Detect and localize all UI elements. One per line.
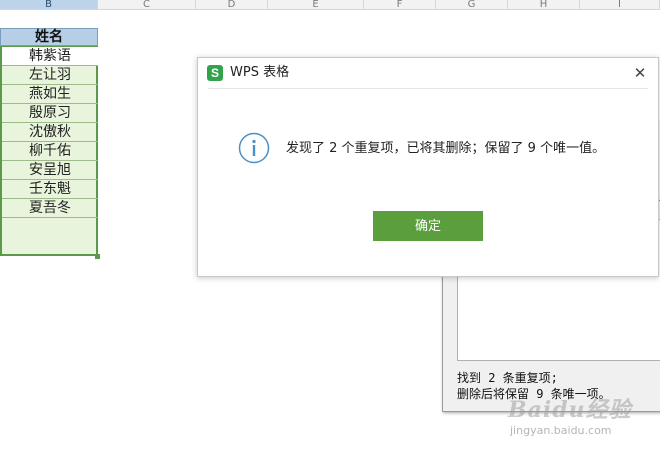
- cell-name-4[interactable]: 殷原习: [2, 104, 98, 123]
- column-header-i[interactable]: I: [580, 0, 660, 9]
- cell-name-8[interactable]: 壬东魁: [2, 180, 98, 199]
- cell-name-6[interactable]: 柳千佑: [2, 142, 98, 161]
- spreadsheet-window: B C D E F G H I 姓名 韩紫语 左让羽 燕如生 殷原习 沈傲秋 柳…: [0, 0, 660, 450]
- fill-handle[interactable]: [95, 254, 100, 259]
- selected-cells[interactable]: 韩紫语 左让羽 燕如生 殷原习 沈傲秋 柳千佑 安呈旭 壬东魁 夏吾冬: [0, 46, 98, 256]
- cell-name-9[interactable]: 夏吾冬: [2, 199, 98, 218]
- cell-name-2[interactable]: 左让羽: [2, 66, 98, 85]
- column-header-f[interactable]: F: [364, 0, 436, 9]
- column-header-g[interactable]: G: [436, 0, 508, 9]
- column-header-h[interactable]: H: [508, 0, 580, 9]
- cell-header-name[interactable]: 姓名: [0, 28, 98, 46]
- cell-name-3[interactable]: 燕如生: [2, 85, 98, 104]
- cell-name-5[interactable]: 沈傲秋: [2, 123, 98, 142]
- wps-message-dialog: S WPS 表格 ✕ 发现了 2 个重复项，已将其删除；保留了 9 个唯一值。 …: [197, 57, 659, 277]
- close-icon[interactable]: ✕: [632, 65, 648, 81]
- watermark-logo: Baidu经验: [508, 397, 632, 423]
- dialog-title: WPS 表格: [230, 65, 290, 80]
- column-header-bar: B C D E F G H I: [0, 0, 660, 10]
- dialog-divider: [208, 88, 648, 89]
- cell-name-7[interactable]: 安呈旭: [2, 161, 98, 180]
- column-header-d[interactable]: D: [196, 0, 268, 9]
- column-header-c[interactable]: C: [98, 0, 196, 9]
- dialog-message: 发现了 2 个重复项，已将其删除；保留了 9 个唯一值。: [286, 141, 606, 156]
- column-header-e[interactable]: E: [268, 0, 364, 9]
- ok-button[interactable]: 确定: [373, 211, 483, 241]
- duplicates-found-text: 找到 2 条重复项;: [457, 371, 558, 385]
- cell-name-1[interactable]: 韩紫语: [2, 47, 98, 66]
- watermark-url: jingyan.baidu.com: [510, 424, 612, 437]
- dialog-titlebar[interactable]: S WPS 表格 ✕: [198, 58, 658, 88]
- info-icon: [238, 132, 270, 164]
- column-header-b[interactable]: B: [0, 0, 98, 9]
- wps-logo-icon: S: [207, 65, 223, 81]
